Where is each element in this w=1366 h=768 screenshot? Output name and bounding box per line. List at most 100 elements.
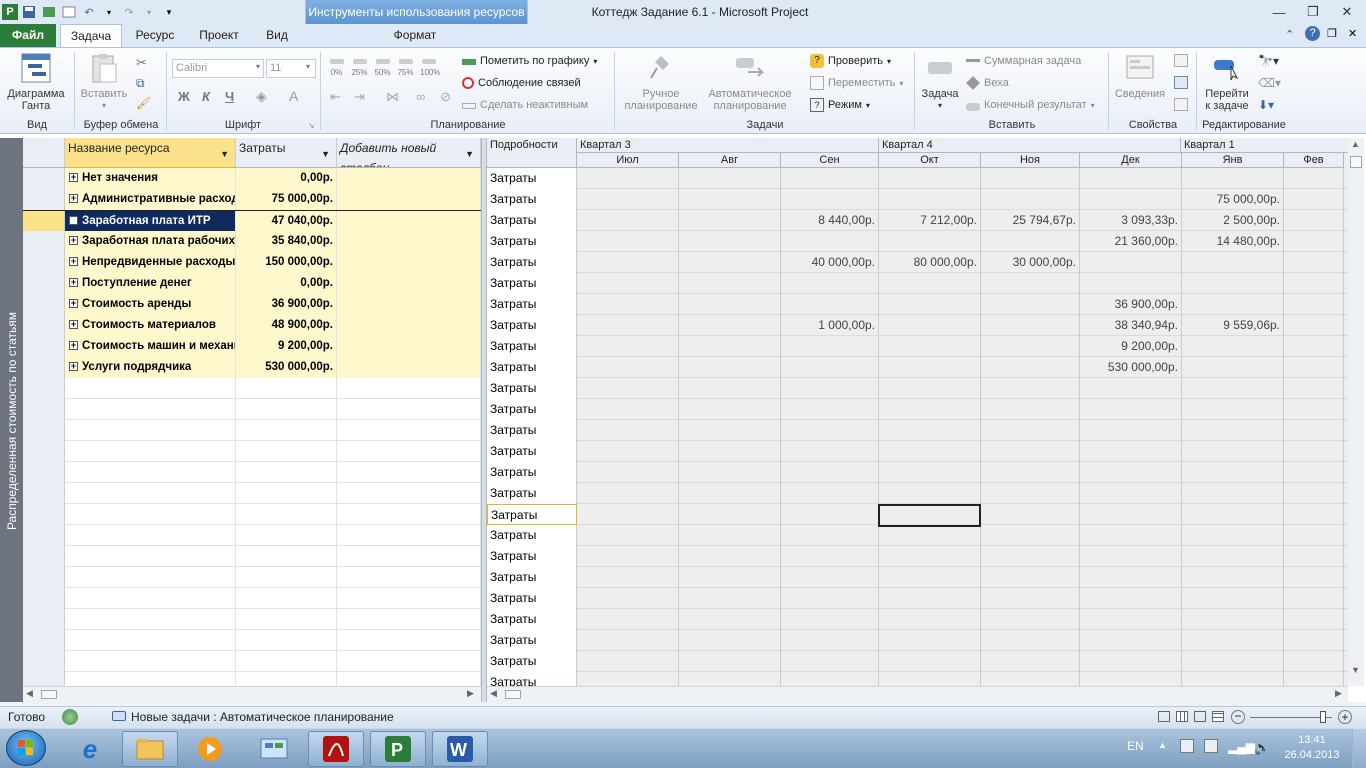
timephased-cell[interactable] [1080,420,1182,441]
timephased-cell[interactable] [1182,168,1284,189]
timephased-cell[interactable] [577,546,679,567]
row-header[interactable] [23,231,65,252]
timephased-cell[interactable] [1182,504,1284,525]
table-row[interactable] [23,651,481,672]
timephased-cell[interactable] [981,588,1080,609]
resource-name-cell[interactable] [65,567,236,588]
detail-label[interactable]: Затраты [487,273,577,294]
resource-name-cell[interactable] [65,609,236,630]
cost-cell[interactable] [236,504,337,525]
timephased-cell[interactable] [1182,273,1284,294]
row-header[interactable] [23,525,65,546]
tab-format[interactable]: Формат [380,24,450,47]
detail-label[interactable]: Затраты [487,315,577,336]
timephased-cell[interactable] [577,567,679,588]
timephased-cell[interactable] [781,546,879,567]
timephased-cell[interactable] [781,672,879,686]
timephased-cell[interactable] [781,378,879,399]
timephased-cell[interactable] [1284,546,1344,567]
row-header[interactable] [23,336,65,357]
minimize-icon[interactable]: — [1262,0,1296,24]
project-app-icon[interactable]: P [2,4,18,20]
resource-view-icon[interactable] [60,3,78,21]
timephased-cell[interactable] [1182,672,1284,686]
tray-device-icon[interactable] [1204,739,1218,753]
add-column-cell[interactable] [337,504,481,525]
split-task-icon[interactable]: ⋈ [386,89,399,105]
row-header[interactable] [23,378,65,399]
row-header[interactable] [23,462,65,483]
timephased-cell[interactable] [1182,294,1284,315]
add-column-cell[interactable] [337,441,481,462]
row-header[interactable] [23,546,65,567]
cost-cell[interactable]: 0,00р. [236,273,337,294]
timephased-cell[interactable] [679,336,781,357]
timephased-cell[interactable] [1080,441,1182,462]
detail-label[interactable]: Затраты [487,252,577,273]
mark-on-track-button[interactable]: Пометить по графику ▾ [462,51,597,71]
resource-name-cell[interactable]: + Стоимость машин и механизмов [65,336,236,357]
timephased-cell[interactable] [879,336,981,357]
timephased-cell[interactable] [679,441,781,462]
cost-cell[interactable] [236,378,337,399]
resource-name-cell[interactable]: + Заработная плата рабочих [65,231,236,252]
right-vertical-scrollbar[interactable]: ▲ ▼ [1348,138,1364,686]
resource-name-cell[interactable]: + Нет значения [65,168,236,189]
tray-expand-icon[interactable]: ▲ [1158,740,1167,750]
timephased-cell[interactable] [1080,462,1182,483]
timephased-cell[interactable]: 8 440,00р. [781,210,879,231]
timephased-cell[interactable] [1080,189,1182,210]
inactivate-button[interactable]: Сделать неактивным [462,95,588,115]
timephased-cell[interactable]: 1 000,00р. [781,315,879,336]
customize-qat-icon[interactable]: ▾ [160,3,178,21]
font-family-dropdown-icon[interactable]: ▾ [256,62,260,71]
timephased-cell[interactable] [1284,504,1344,525]
timephased-cell[interactable] [1284,651,1344,672]
timephased-cell[interactable] [577,651,679,672]
detail-label[interactable]: Затраты [487,525,577,546]
timephased-cell[interactable] [1284,441,1344,462]
table-row[interactable] [23,567,481,588]
add-column-cell[interactable] [337,462,481,483]
cost-cell[interactable] [236,483,337,504]
add-column-cell[interactable] [337,420,481,441]
timephased-cell[interactable]: 80 000,00р. [879,252,981,273]
timephased-cell[interactable] [1284,315,1344,336]
control-panel-taskbar-icon[interactable] [246,731,302,767]
tab-resource[interactable]: Ресурс [128,24,182,47]
timephased-cell[interactable] [679,210,781,231]
row-header[interactable] [23,567,65,588]
resource-name-cell[interactable]: + Стоимость аренды [65,294,236,315]
paste-button[interactable]: Вставить ▾ [78,52,130,112]
cost-cell[interactable]: 47 040,00р. [236,211,337,232]
row-header[interactable] [23,273,65,294]
detail-label[interactable]: Затраты [487,588,577,609]
restore-icon[interactable]: ❐ [1296,0,1330,24]
explorer-taskbar-icon[interactable] [122,731,178,767]
tab-project[interactable]: Проект [190,24,248,47]
view-bar[interactable]: Распределенная стоимость по статьям [0,138,23,704]
add-column-cell[interactable] [337,168,481,189]
detail-label[interactable]: Затраты [487,441,577,462]
cost-cell[interactable] [236,651,337,672]
add-column-cell[interactable] [337,231,481,252]
help-icon[interactable]: ? [1305,26,1320,41]
timephased-cell[interactable]: 530 000,00р. [1080,357,1182,378]
table-row[interactable] [23,462,481,483]
redo-icon[interactable]: ↷ [120,3,138,21]
timephased-cell[interactable] [1284,630,1344,651]
minimize-ribbon-icon[interactable]: ⌃ [1285,28,1294,41]
timephased-cell[interactable] [1284,210,1344,231]
timephased-cell[interactable] [1182,525,1284,546]
table-row[interactable]: + Поступление денег 0,00р. [23,273,481,294]
timephased-cell[interactable] [679,252,781,273]
row-header-corner[interactable] [23,138,65,168]
timephased-cell[interactable] [679,504,781,525]
table-row[interactable] [23,525,481,546]
timephased-cell[interactable] [981,462,1080,483]
timephased-cell[interactable] [781,168,879,189]
column-header-cost[interactable]: Затраты ▼ [236,138,337,168]
timephased-cell[interactable] [1284,399,1344,420]
timephased-cell[interactable] [1182,483,1284,504]
table-row[interactable] [23,483,481,504]
